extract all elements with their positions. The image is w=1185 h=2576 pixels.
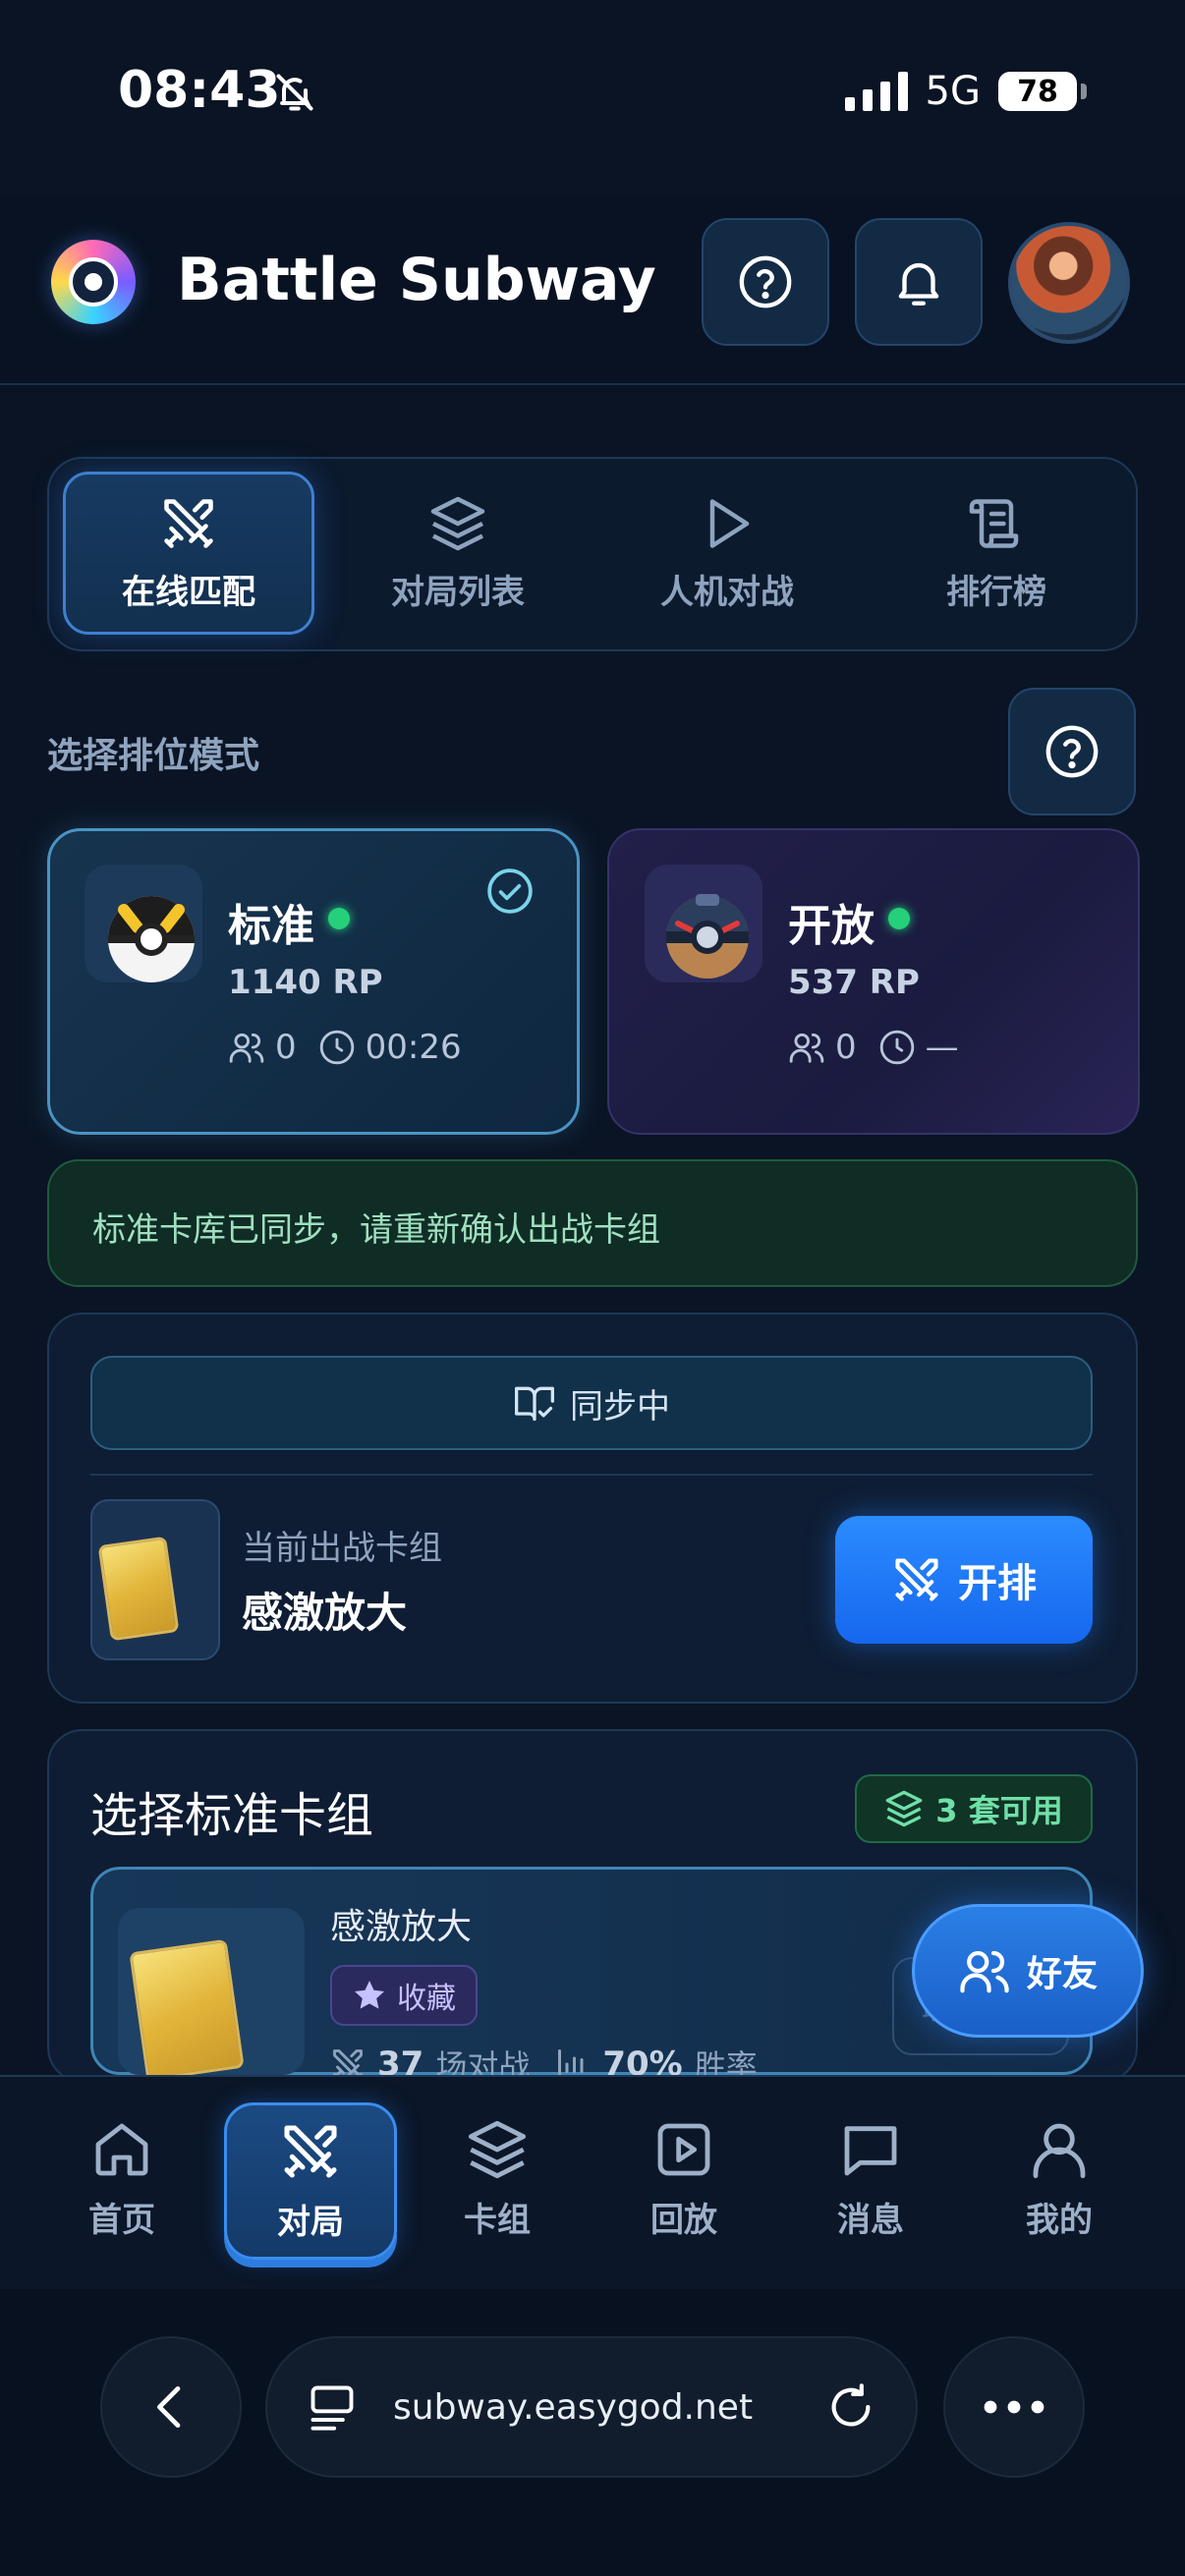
home-icon — [95, 2123, 148, 2175]
available-decks-count: 3 套可用 — [935, 1792, 1063, 1829]
app-logo-center — [85, 273, 102, 291]
users-icon — [229, 1033, 264, 1063]
tab-online-match[interactable]: 在线匹配 — [63, 472, 314, 635]
browser-address-bar[interactable]: subway.easygod.net — [265, 2336, 918, 2478]
tab-leaderboard[interactable]: 排行榜 — [871, 472, 1122, 635]
network-label: 5G — [925, 69, 981, 114]
divider — [90, 1474, 1093, 1476]
player-count: 0 — [275, 1028, 297, 1067]
selected-check-icon — [485, 867, 535, 916]
browser-back-button[interactable] — [100, 2336, 242, 2478]
current-deck-name: 感激放大 — [242, 1589, 408, 1637]
section-title-ranked-mode: 选择排位模式 — [47, 736, 260, 776]
deck-card-image — [129, 1938, 245, 2082]
tab-vs-ai[interactable]: 人机对战 — [601, 472, 853, 635]
mode-help-button[interactable] — [1008, 688, 1136, 815]
start-ranked-button[interactable]: 开排 — [835, 1516, 1093, 1644]
ultra-ball-icon — [85, 865, 202, 982]
replay-icon — [657, 2123, 710, 2175]
user-icon — [1033, 2123, 1086, 2178]
browser-more-button[interactable] — [943, 2336, 1085, 2478]
tab-label: 排行榜 — [946, 572, 1046, 612]
layers-icon — [430, 496, 485, 550]
mode-rp: 537 RP — [788, 963, 920, 1002]
deck-select-title: 选择标准卡组 — [90, 1788, 374, 1843]
question-icon — [1045, 725, 1099, 778]
heavy-ball-icon — [645, 865, 762, 982]
scroll-icon — [969, 498, 1019, 548]
nav-decks[interactable]: 卡组 — [411, 2100, 584, 2258]
sync-button[interactable]: 同步中 — [90, 1356, 1093, 1450]
favorite-badge: 收藏 — [330, 1965, 478, 2026]
favorite-label: 收藏 — [397, 1982, 456, 2016]
queue-timer: 00:26 — [365, 1028, 462, 1067]
queue-timer: — — [925, 1028, 959, 1067]
clock-icon — [319, 1030, 354, 1065]
play-icon — [709, 498, 750, 548]
help-button[interactable] — [702, 218, 829, 346]
mode-stats: 0 00:26 — [228, 1028, 462, 1067]
tab-label: 在线匹配 — [122, 572, 255, 612]
question-icon — [739, 255, 792, 308]
battery-indicator: 78 — [998, 72, 1077, 111]
swords-icon — [284, 2124, 337, 2178]
chevron-left-icon — [157, 2386, 181, 2428]
user-avatar[interactable] — [1008, 222, 1130, 344]
nav-profile[interactable]: 我的 — [973, 2100, 1146, 2258]
deck-item-name: 感激放大 — [330, 1907, 473, 1947]
nav-label: 我的 — [1026, 2200, 1093, 2240]
layers-icon — [468, 2120, 527, 2178]
tabs-icon — [310, 2385, 354, 2431]
bell-icon — [898, 262, 939, 306]
status-time: 08:43 — [118, 61, 281, 120]
signal-icon — [844, 72, 908, 111]
users-icon — [960, 1950, 1009, 1993]
nav-battle[interactable]: 对局 — [224, 2102, 397, 2260]
reload-icon[interactable] — [825, 2381, 876, 2433]
browser-url: subway.easygod.net — [393, 2386, 754, 2428]
nav-label: 首页 — [88, 2200, 155, 2240]
tab-match-list[interactable]: 对局列表 — [332, 472, 584, 635]
tab-label: 人机对战 — [660, 572, 794, 612]
sync-notice-text: 标准卡库已同步，请重新确认出战卡组 — [92, 1210, 660, 1250]
swords-icon — [164, 498, 213, 548]
layers-icon — [885, 1790, 923, 1827]
nav-home[interactable]: 首页 — [35, 2100, 208, 2258]
message-icon — [844, 2125, 897, 2175]
nav-label: 对局 — [277, 2202, 344, 2242]
online-indicator — [328, 908, 350, 929]
app-title: Battle Subway — [177, 246, 656, 314]
silent-icon — [273, 71, 316, 114]
player-count: 0 — [835, 1028, 857, 1067]
notifications-button[interactable] — [855, 218, 983, 346]
friends-label: 好友 — [1026, 1954, 1098, 1994]
mode-name: 标准 — [228, 901, 314, 951]
status-indicators: 5G 78 — [844, 69, 1087, 114]
more-icon — [984, 2400, 1044, 2414]
users-icon — [789, 1033, 824, 1063]
friends-button[interactable]: 好友 — [912, 1904, 1144, 2038]
mode-name: 开放 — [788, 901, 875, 951]
nav-label: 回放 — [650, 2200, 717, 2240]
start-ranked-label: 开排 — [958, 1561, 1037, 1606]
online-indicator — [888, 908, 910, 929]
nav-replay[interactable]: 回放 — [597, 2100, 770, 2258]
nav-messages[interactable]: 消息 — [784, 2100, 957, 2258]
swords-icon — [895, 1558, 938, 1601]
nav-label: 消息 — [837, 2200, 904, 2240]
sync-label: 同步中 — [570, 1386, 670, 1427]
mode-rp: 1140 RP — [228, 963, 383, 1002]
current-deck-caption: 当前出战卡组 — [242, 1529, 442, 1568]
star-icon — [355, 1981, 384, 2009]
book-check-icon — [515, 1386, 554, 1422]
tab-label: 对局列表 — [391, 572, 525, 612]
clock-icon — [879, 1030, 914, 1065]
deck-card-image — [97, 1536, 180, 1642]
mode-stats: 0 — — [788, 1028, 959, 1067]
nav-label: 卡组 — [464, 2200, 531, 2240]
battery-tip — [1081, 84, 1087, 99]
available-decks-badge: 3 套可用 — [855, 1774, 1093, 1843]
